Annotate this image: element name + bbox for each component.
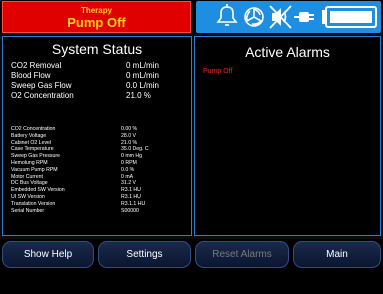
detail-label: Cabinet O2 Level (11, 139, 52, 146)
detail-value: 0.0 % (121, 166, 135, 173)
active-alarms-panel: Active Alarms Pump Off (194, 36, 381, 236)
status-row-co2-removal: CO2 Removal 0 mL/min (11, 61, 159, 71)
detail-label: Hemolung RPM (11, 160, 48, 166)
detail-row: Vacuum Pump RPM 0.0 % (11, 166, 134, 174)
detail-row: CO2 Concentration 0.00 % (11, 126, 137, 133)
detail-row: UI SW Version R3.1 HU (11, 194, 141, 201)
therapy-label: Therapy (80, 6, 113, 15)
therapy-status-banner: Therapy Pump Off (2, 1, 191, 33)
detail-row: Translation Version R3.1.1 HU (11, 200, 145, 208)
status-label: Blood Flow (11, 71, 51, 80)
detail-value: 0.00 % (121, 126, 138, 132)
detail-row: Case Temperature 35.0 Deg. C (11, 146, 149, 153)
detail-row: Hemolung RPM 0 RPM (11, 160, 137, 167)
detail-row: Sweep Gas Pressure 0 mm Hg (11, 153, 142, 160)
plug-icon (294, 12, 314, 22)
status-row-o2-concentration: O2 Concentration 21.0 % (11, 91, 151, 101)
status-label: O2 Concentration (11, 91, 74, 100)
status-value: 21.0 % (126, 91, 151, 100)
detail-value: 28.0 V (121, 132, 136, 139)
bell-icon (216, 4, 238, 26)
detail-label: Vacuum Pump RPM (11, 166, 58, 173)
detail-row: Cabinet O2 Level 21.0 % (11, 139, 137, 147)
detail-value: 31.2 V (121, 180, 136, 187)
detail-label: Motor Current (11, 173, 43, 180)
detail-value: 21.0 % (121, 139, 138, 146)
settings-button[interactable]: Settings (98, 241, 191, 268)
battery-icon (322, 6, 377, 28)
detail-value: 0 RPM (121, 160, 137, 166)
detail-label: Battery Voltage (11, 132, 47, 139)
active-alarms-title: Active Alarms (245, 44, 330, 60)
status-row-blood-flow: Blood Flow 0 mL/min (11, 71, 159, 81)
status-icon-bar (196, 1, 381, 33)
detail-row: DC Bus Voltage 31.2 V (11, 180, 136, 187)
detail-label: Sweep Gas Pressure (11, 153, 61, 160)
detail-value: R3.1 HU (121, 194, 141, 200)
status-value: 0.0 L/min (126, 81, 159, 90)
top-bar: Therapy Pump Off (0, 0, 383, 34)
detail-value: R3.1 HU (121, 187, 141, 194)
detail-row: Serial Number S00000 (11, 207, 139, 215)
detail-value: 35.0 Deg. C (121, 146, 149, 153)
status-label: CO2 Removal (11, 61, 62, 70)
detail-label: Serial Number (11, 207, 45, 214)
therapy-state: Pump Off (67, 15, 126, 30)
pump-rotor-icon (244, 7, 264, 27)
detail-value: 0 mm Hg (121, 153, 143, 160)
detail-label: Case Temperature (11, 146, 54, 153)
status-value: 0 mL/min (126, 61, 159, 70)
status-value: 0 mL/min (126, 71, 159, 80)
system-status-title: System Status (51, 41, 143, 57)
detail-row: Battery Voltage 28.0 V (11, 132, 136, 140)
system-status-panel: System Status CO2 Removal 0 mL/min Blood… (2, 36, 192, 236)
detail-label: Translation Version (11, 200, 56, 207)
detail-row: Motor Current 0 mA (11, 173, 133, 181)
status-label: Sweep Gas Flow (11, 81, 72, 90)
status-row-sweep-gas-flow: Sweep Gas Flow 0.0 L/min (11, 81, 159, 91)
detail-row: Embedded SW Version R3.1 HU (11, 187, 141, 194)
detail-value: R3.1.1 HU (121, 200, 146, 207)
reset-alarms-button[interactable]: Reset Alarms (195, 241, 289, 268)
muted-speaker-icon (269, 5, 292, 29)
show-help-button[interactable]: Show Help (2, 241, 94, 268)
detail-value: S00000 (121, 207, 139, 214)
detail-label: Embedded SW Version (11, 187, 65, 194)
detail-value: 0 mA (121, 173, 134, 180)
main-button[interactable]: Main (293, 241, 381, 268)
alarm-item[interactable]: Pump Off (203, 68, 232, 75)
detail-label: UI SW Version (11, 194, 45, 200)
detail-label: DC Bus Voltage (11, 180, 48, 187)
detail-label: CO2 Concentration (11, 126, 56, 132)
